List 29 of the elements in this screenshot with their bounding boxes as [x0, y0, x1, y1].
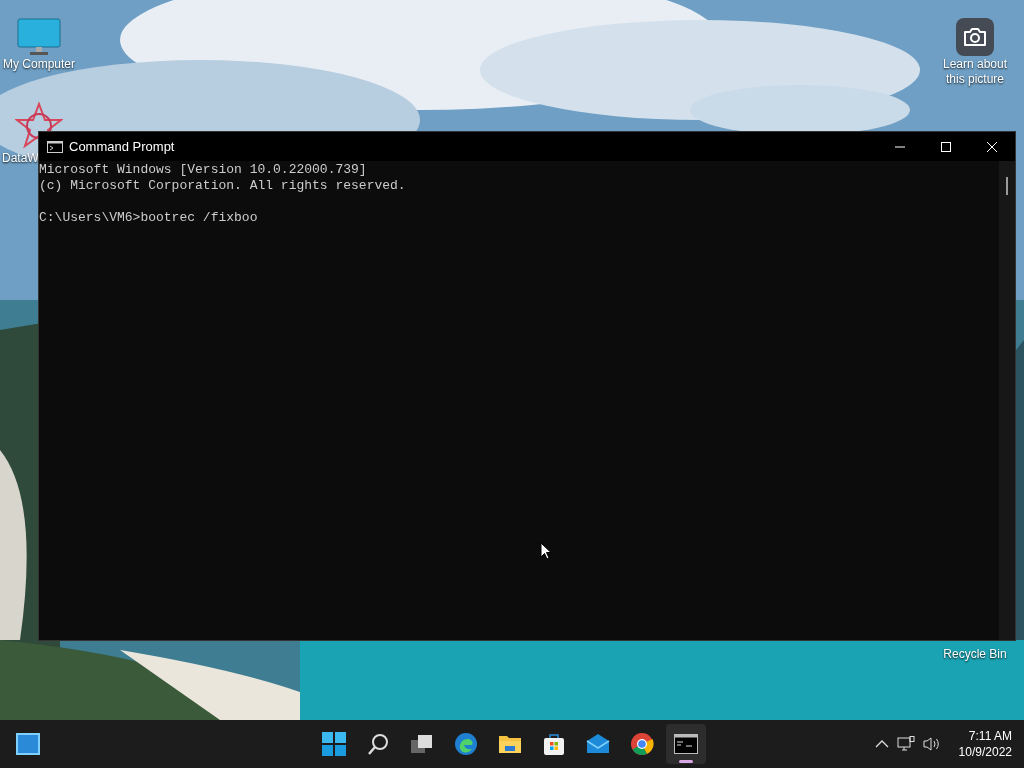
close-icon	[987, 141, 997, 152]
console-icon[interactable]	[674, 734, 698, 754]
console-line: Microsoft Windows [Version 10.0.22000.739]	[39, 162, 368, 178]
windows-logo-icon[interactable]	[322, 732, 346, 756]
monitor-icon	[17, 18, 61, 56]
clock[interactable]: 7:11 AM 10/9/2022	[958, 728, 1012, 760]
camera-icon	[956, 18, 994, 56]
star-shape-icon	[15, 102, 63, 150]
browser-wave-icon[interactable]	[454, 732, 478, 756]
search-icon[interactable]	[366, 732, 390, 756]
maximize-icon	[941, 141, 951, 152]
desktop-icon-label[interactable]: My Computer	[3, 57, 75, 72]
network-icon[interactable]	[896, 736, 915, 752]
mouse-pointer-icon	[540, 542, 552, 560]
task-view-icon[interactable]	[410, 732, 434, 756]
desktop-icon-label[interactable]: Learn about this picture	[936, 57, 1014, 87]
scrollbar[interactable]	[999, 161, 1015, 640]
chevron-up-icon[interactable]	[874, 739, 889, 749]
taskbar-app[interactable]	[666, 724, 706, 764]
console-icon	[47, 140, 63, 153]
console-line: (c) Microsoft Corporation. All rights reserved.	[39, 178, 407, 194]
console-line: C:\Users\VM6>bootrec /fixboo	[39, 210, 259, 226]
chrome-style-icon[interactable]	[630, 732, 654, 756]
speaker-icon[interactable]	[922, 736, 941, 752]
envelope-icon[interactable]	[586, 732, 610, 756]
window-title: Command Prompt	[69, 137, 175, 156]
desktop-icon-label[interactable]: DataW	[2, 151, 39, 166]
desktop-icon-label[interactable]: Recycle Bin	[943, 647, 1007, 662]
shopping-bag-icon[interactable]	[542, 732, 566, 756]
